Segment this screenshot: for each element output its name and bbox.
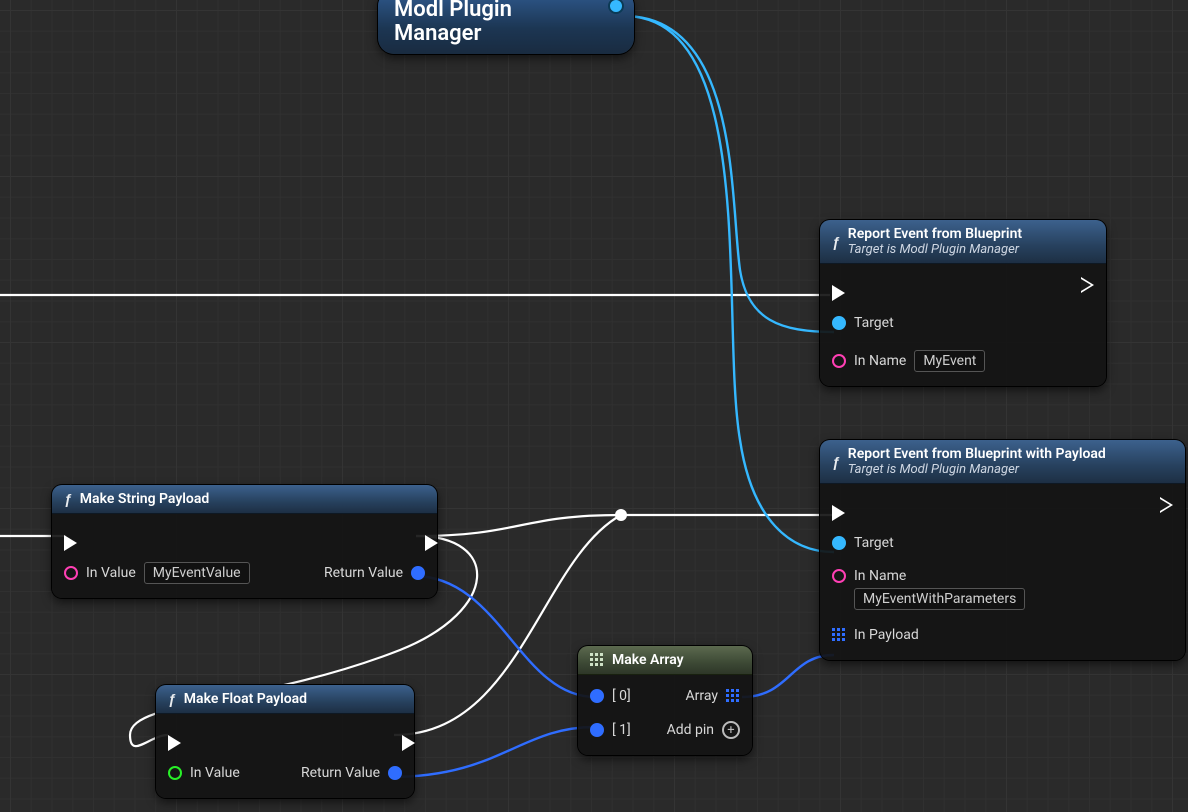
pin-label: In Value bbox=[190, 765, 240, 781]
add-pin-label: Add pin bbox=[667, 722, 714, 738]
pin-label: [ 1] bbox=[612, 722, 631, 738]
node-make-float-payload[interactable]: ƒ Make Float Payload In Value Return Val… bbox=[156, 685, 414, 798]
variable-node-label: Modl Plugin Manager bbox=[394, 0, 512, 46]
pin-label: In Payload bbox=[854, 627, 919, 643]
object-output-pin[interactable] bbox=[608, 0, 624, 14]
node-header[interactable]: Make Array bbox=[578, 646, 752, 675]
pin-label: In Name bbox=[854, 353, 906, 369]
node-header[interactable]: ƒ Make String Payload bbox=[52, 485, 437, 514]
node-title: Report Event from Blueprint bbox=[848, 226, 1022, 242]
exec-out-pin[interactable] bbox=[1160, 497, 1173, 513]
node-header[interactable]: ƒ Make Float Payload bbox=[156, 685, 414, 714]
node-title: Make String Payload bbox=[80, 491, 209, 507]
function-icon: ƒ bbox=[168, 691, 176, 707]
array-input-0-pin[interactable] bbox=[590, 689, 604, 703]
node-subtitle: Target is Modl Plugin Manager bbox=[848, 242, 1022, 257]
in-payload-pin[interactable] bbox=[832, 628, 846, 642]
pin-label: Return Value bbox=[324, 565, 403, 581]
in-name-pin[interactable] bbox=[832, 354, 846, 368]
exec-out-pin[interactable] bbox=[1081, 277, 1094, 293]
in-value-input[interactable]: MyEventValue bbox=[144, 562, 250, 584]
node-header[interactable]: ƒ Report Event from Blueprint Target is … bbox=[820, 220, 1106, 264]
node-subtitle: Target is Modl Plugin Manager bbox=[848, 462, 1106, 477]
pin-label: Target bbox=[854, 535, 894, 551]
node-report-event-payload[interactable]: ƒ Report Event from Blueprint with Paylo… bbox=[820, 440, 1185, 660]
in-value-pin[interactable] bbox=[64, 566, 78, 580]
pin-label: [ 0] bbox=[612, 688, 631, 704]
pin-label: In Value bbox=[86, 565, 136, 581]
function-icon: ƒ bbox=[832, 234, 840, 250]
pin-label: Array bbox=[686, 688, 718, 704]
variable-node-modl-plugin-manager[interactable]: Modl Plugin Manager bbox=[378, 0, 634, 54]
pin-label: Return Value bbox=[301, 765, 380, 781]
function-icon: ƒ bbox=[64, 491, 72, 507]
function-icon: ƒ bbox=[832, 454, 840, 470]
array-input-1-pin[interactable] bbox=[590, 723, 604, 737]
node-title: Make Float Payload bbox=[184, 691, 307, 707]
node-make-array[interactable]: Make Array [ 0] Array [ 1] Add pin + bbox=[578, 646, 752, 755]
node-title: Make Array bbox=[612, 652, 684, 668]
return-value-pin[interactable] bbox=[388, 766, 402, 780]
array-icon bbox=[590, 653, 604, 667]
return-value-pin[interactable] bbox=[411, 566, 425, 580]
in-name-input[interactable]: MyEventWithParameters bbox=[854, 588, 1025, 610]
node-make-string-payload[interactable]: ƒ Make String Payload In Value MyEventVa… bbox=[52, 485, 437, 598]
in-name-input[interactable]: MyEvent bbox=[914, 350, 985, 372]
pin-label: Target bbox=[854, 315, 894, 331]
in-value-pin[interactable] bbox=[168, 766, 182, 780]
pin-label: In Name bbox=[854, 568, 906, 584]
node-title: Report Event from Blueprint with Payload bbox=[848, 446, 1106, 462]
target-pin[interactable] bbox=[832, 536, 846, 550]
array-output-pin[interactable] bbox=[726, 689, 740, 703]
in-name-pin[interactable] bbox=[832, 569, 846, 583]
add-pin-button[interactable]: + bbox=[722, 721, 740, 739]
target-pin[interactable] bbox=[832, 316, 846, 330]
node-report-event[interactable]: ƒ Report Event from Blueprint Target is … bbox=[820, 220, 1106, 386]
node-header[interactable]: ƒ Report Event from Blueprint with Paylo… bbox=[820, 440, 1185, 484]
